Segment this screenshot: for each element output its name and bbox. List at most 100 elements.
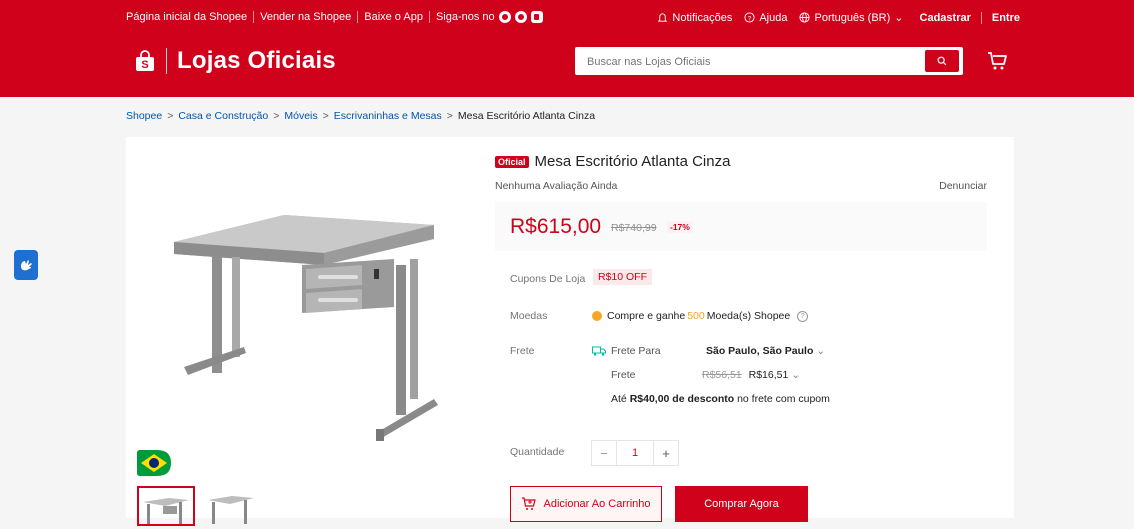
- logo-divider: [166, 48, 167, 74]
- official-badge: Oficial: [495, 155, 529, 168]
- product-thumbnail[interactable]: [202, 486, 260, 526]
- shipping-label: Frete: [510, 345, 535, 357]
- page-title: Lojas Oficiais: [177, 47, 336, 74]
- home-link[interactable]: Página inicial da Shopee: [126, 11, 247, 23]
- freight-price[interactable]: R$56,51 R$16,51 ⌄: [702, 369, 800, 381]
- coin-icon: [592, 311, 602, 321]
- chevron-down-icon: ⌄: [894, 12, 904, 24]
- quantity-label: Quantidade: [510, 446, 565, 458]
- breadcrumb-separator: >: [446, 110, 453, 122]
- buy-now-label: Comprar Agora: [704, 498, 779, 510]
- brazil-flag-icon: [137, 450, 171, 476]
- seller-link[interactable]: Vender na Shopee: [260, 11, 351, 23]
- language-selector[interactable]: Português (BR) ⌄: [799, 11, 904, 24]
- price-box: R$615,00 R$740,99 -17%: [495, 202, 987, 251]
- coins-pre: Compre e ganhe: [607, 310, 686, 322]
- shopee-bag-icon: S: [136, 50, 154, 71]
- chevron-down-icon: ⌄: [791, 369, 801, 381]
- freight-old-price: R$56,51: [702, 369, 742, 381]
- question-icon[interactable]: ?: [797, 310, 809, 322]
- top-bar: Página inicial da Shopee Vender na Shope…: [0, 0, 1134, 34]
- notifications-link[interactable]: Notificações: [657, 12, 732, 24]
- signup-link[interactable]: Cadastrar: [920, 12, 971, 24]
- breadcrumb-escrivaninhas[interactable]: Escrivaninhas e Mesas: [334, 110, 442, 122]
- product-image[interactable]: [134, 147, 474, 447]
- freight-label: Frete: [611, 369, 636, 381]
- product-card: Oficial Mesa Escritório Atlanta Cinza Ne…: [126, 137, 1014, 526]
- download-app-link[interactable]: Baixe o App: [364, 11, 423, 23]
- divider: [357, 11, 359, 23]
- product-name: Mesa Escritório Atlanta Cinza: [534, 153, 731, 170]
- sign-language-icon: [21, 260, 32, 271]
- freight-discount: Até R$40,00 de desconto no frete com cup…: [611, 393, 830, 405]
- coins-amount: 500: [687, 310, 705, 322]
- desk-thumbnail-image: [208, 496, 254, 524]
- tiktok-icon[interactable]: [530, 11, 543, 23]
- original-price: R$740,99: [611, 222, 657, 234]
- search-icon: [937, 56, 947, 66]
- search-input[interactable]: [585, 47, 909, 77]
- instagram-icon[interactable]: [498, 11, 511, 23]
- cart-plus-icon: [522, 497, 537, 510]
- follow-label: Siga-nos no: [435, 11, 495, 23]
- freight-discount-pre: Até: [611, 393, 627, 405]
- add-to-cart-label: Adicionar Ao Carrinho: [543, 498, 651, 510]
- divider: [428, 11, 430, 23]
- globe-icon: [799, 12, 811, 23]
- search-button[interactable]: [925, 50, 959, 72]
- coupon-tag[interactable]: R$10 OFF: [593, 269, 653, 285]
- breadcrumb: Shopee > Casa e Construção > Móveis > Escrivan…: [126, 110, 595, 122]
- divider: [980, 11, 982, 24]
- product-thumbnail[interactable]: [137, 486, 195, 526]
- breadcrumb-shopee[interactable]: Shopee: [126, 110, 162, 122]
- bell-icon: [658, 13, 668, 22]
- header: Página inicial da Shopee Vender na Shope…: [0, 0, 1134, 97]
- freight-discount-post: no frete com cupom: [737, 393, 830, 405]
- reviews-status: Nenhuma Avaliação Ainda: [495, 180, 618, 192]
- breadcrumb-current: Mesa Escritório Atlanta Cinza: [457, 110, 596, 122]
- facebook-icon[interactable]: [514, 11, 527, 23]
- desk-thumbnail-image: [143, 498, 189, 524]
- freight-new-price: R$16,51: [748, 369, 789, 381]
- breadcrumb-separator: >: [273, 110, 280, 122]
- login-label: Entre: [991, 11, 1020, 24]
- buy-now-button[interactable]: Comprar Agora: [675, 486, 808, 522]
- discount-badge: -17%: [667, 221, 693, 233]
- chevron-down-icon: ⌄: [816, 345, 826, 357]
- increment-button[interactable]: +: [654, 441, 678, 465]
- destination-selector[interactable]: São Paulo, São Paulo ⌄: [706, 345, 825, 357]
- login-link[interactable]: Entre: [992, 12, 1020, 24]
- shopee-logo[interactable]: S Lojas Oficiais: [134, 47, 336, 75]
- breadcrumb-separator: >: [167, 110, 174, 122]
- coupons-label: Cupons De Loja: [510, 273, 586, 285]
- svg-text:S: S: [141, 59, 148, 71]
- svg-text:?: ?: [748, 15, 752, 22]
- notifications-label: Notificações: [672, 11, 733, 24]
- breadcrumb-moveis[interactable]: Móveis: [284, 110, 317, 122]
- destination-value: São Paulo, São Paulo: [706, 345, 814, 357]
- truck-icon: [592, 346, 606, 356]
- shipping-to-label: Frete Para: [611, 345, 661, 357]
- coins-post: Moeda(s) Shopee: [706, 310, 791, 322]
- search-bar: [575, 47, 963, 77]
- signup-label: Cadastrar: [919, 11, 971, 24]
- help-link[interactable]: ? Ajuda: [744, 12, 787, 24]
- quantity-input[interactable]: 1: [616, 441, 654, 465]
- breadcrumb-separator: >: [322, 110, 329, 122]
- quantity-stepper: − 1 +: [591, 440, 679, 466]
- decrement-button[interactable]: −: [592, 441, 616, 465]
- freight-discount-amount: R$40,00 de desconto: [629, 393, 735, 405]
- add-to-cart-button[interactable]: Adicionar Ao Carrinho: [510, 486, 662, 522]
- product-title: Oficial Mesa Escritório Atlanta Cinza: [495, 153, 730, 170]
- help-label: Ajuda: [759, 11, 788, 24]
- coins-info: Compre e ganhe 500 Moeda(s) Shopee ?: [592, 310, 809, 322]
- coins-label: Moedas: [510, 310, 548, 322]
- divider: [253, 11, 255, 23]
- current-price: R$615,00: [510, 215, 602, 238]
- cart-icon[interactable]: [986, 50, 1008, 72]
- report-link[interactable]: Denunciar: [939, 180, 987, 192]
- breadcrumb-casa[interactable]: Casa e Construção: [178, 110, 268, 122]
- accessibility-button[interactable]: [14, 250, 38, 280]
- help-icon: ?: [744, 12, 755, 23]
- language-label: Português (BR): [814, 11, 891, 24]
